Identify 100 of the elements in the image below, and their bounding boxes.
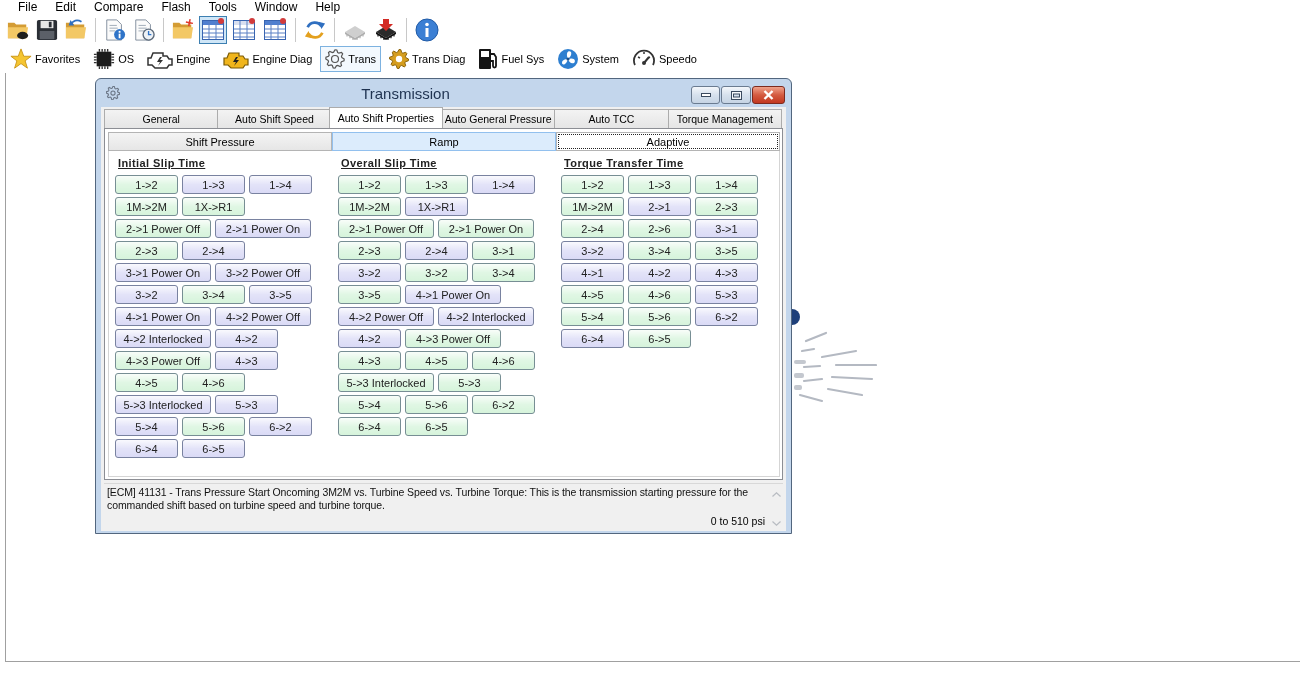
- table-button[interactable]: 2->1 Power Off: [338, 219, 434, 238]
- table-button[interactable]: 6->4: [115, 439, 178, 458]
- table-button[interactable]: 1->3: [628, 175, 691, 194]
- table-button[interactable]: 5->6: [182, 417, 245, 436]
- table-button[interactable]: 3->1: [695, 219, 758, 238]
- tab[interactable]: Auto TCC: [554, 109, 669, 128]
- table-button[interactable]: 2->1 Power Off: [115, 219, 211, 238]
- table-button[interactable]: 2->1: [628, 197, 691, 216]
- table-button[interactable]: 2->4: [182, 241, 245, 260]
- tab[interactable]: Auto Shift Properties: [328, 107, 443, 128]
- menu-item[interactable]: Edit: [46, 0, 86, 14]
- close-button[interactable]: [752, 86, 785, 104]
- table-button[interactable]: 4->3: [695, 263, 758, 282]
- table-button[interactable]: 4->5: [405, 351, 468, 370]
- table-button[interactable]: 6->5: [628, 329, 691, 348]
- module-button[interactable]: System: [552, 46, 624, 72]
- table-button[interactable]: 4->2 Interlocked: [438, 307, 534, 326]
- module-button[interactable]: Speedo: [626, 46, 702, 72]
- table-button[interactable]: 1X->R1: [182, 197, 245, 216]
- table-button[interactable]: 4->5: [115, 373, 178, 392]
- table-button[interactable]: 1X->R1: [405, 197, 468, 216]
- menu-item[interactable]: Flash: [152, 0, 200, 14]
- table-button[interactable]: 3->5: [695, 241, 758, 260]
- table-button[interactable]: 1->3: [182, 175, 245, 194]
- table-button[interactable]: 4->1 Power On: [405, 285, 501, 304]
- table-button[interactable]: 1->2: [561, 175, 624, 194]
- table-button[interactable]: 3->4: [472, 263, 535, 282]
- table-button[interactable]: 6->5: [405, 417, 468, 436]
- table-button[interactable]: 4->2: [628, 263, 691, 282]
- module-button[interactable]: Engine: [142, 46, 216, 72]
- table-button[interactable]: 2->3: [115, 241, 178, 260]
- menu-item[interactable]: Tools: [199, 0, 246, 14]
- table-button[interactable]: 3->4: [628, 241, 691, 260]
- tab[interactable]: Shift Pressure: [108, 132, 332, 151]
- tab[interactable]: Auto General Pressure: [441, 109, 556, 128]
- tab[interactable]: Ramp: [332, 132, 556, 151]
- table-button[interactable]: 5->4: [115, 417, 178, 436]
- tab[interactable]: Adaptive: [556, 132, 780, 151]
- table-button[interactable]: 3->5: [249, 285, 312, 304]
- module-button[interactable]: Trans: [320, 46, 382, 72]
- table-button[interactable]: 3->4: [182, 285, 245, 304]
- table-button[interactable]: 1M->2M: [561, 197, 624, 216]
- table-button[interactable]: 2->4: [561, 219, 624, 238]
- table-button[interactable]: 2->6: [628, 219, 691, 238]
- table-button[interactable]: 4->3 Power Off: [115, 351, 211, 370]
- tab[interactable]: Torque Management: [667, 109, 782, 128]
- table-button[interactable]: 4->6: [472, 351, 535, 370]
- table-button[interactable]: 5->3: [215, 395, 278, 414]
- table-button[interactable]: 4->2 Power Off: [215, 307, 311, 326]
- tab[interactable]: Auto Shift Speed: [217, 109, 332, 128]
- table-button[interactable]: 3->2: [405, 263, 468, 282]
- table-button[interactable]: 4->6: [628, 285, 691, 304]
- table-button[interactable]: 4->3 Power Off: [405, 329, 501, 348]
- module-button[interactable]: OS: [88, 46, 140, 72]
- table-button[interactable]: 5->3: [695, 285, 758, 304]
- table-button[interactable]: 4->2 Interlocked: [115, 329, 211, 348]
- table-button[interactable]: 3->1: [472, 241, 535, 260]
- table-button[interactable]: 1->2: [115, 175, 178, 194]
- table-button[interactable]: 4->2: [338, 329, 401, 348]
- table-button[interactable]: 5->3 Interlocked: [338, 373, 434, 392]
- table-button[interactable]: 3->1 Power On: [115, 263, 211, 282]
- table-button[interactable]: 2->4: [405, 241, 468, 260]
- table-button[interactable]: 5->3 Interlocked: [115, 395, 211, 414]
- menu-item[interactable]: Help: [306, 0, 350, 14]
- table-button[interactable]: 3->2: [115, 285, 178, 304]
- table-button[interactable]: 1->4: [249, 175, 312, 194]
- table-button[interactable]: 1M->2M: [338, 197, 401, 216]
- module-button[interactable]: Engine Diag: [218, 46, 318, 72]
- table-button[interactable]: 2->1 Power On: [438, 219, 534, 238]
- table-button[interactable]: 4->3: [338, 351, 401, 370]
- menu-item[interactable]: Compare: [85, 0, 153, 14]
- table-button[interactable]: 3->2 Power Off: [215, 263, 311, 282]
- table-button[interactable]: 1->4: [472, 175, 535, 194]
- table-button[interactable]: 1->3: [405, 175, 468, 194]
- minimize-button[interactable]: [691, 86, 720, 104]
- table-button[interactable]: 4->5: [561, 285, 624, 304]
- table-button[interactable]: 1->2: [338, 175, 401, 194]
- table-button[interactable]: 6->4: [561, 329, 624, 348]
- tab[interactable]: General: [104, 109, 219, 128]
- table-button[interactable]: 4->3: [215, 351, 278, 370]
- table-button[interactable]: 2->3: [338, 241, 401, 260]
- table-button[interactable]: 1M->2M: [115, 197, 178, 216]
- table-button[interactable]: 6->4: [338, 417, 401, 436]
- table-button[interactable]: 4->1: [561, 263, 624, 282]
- module-button[interactable]: Fuel Sys: [473, 46, 550, 72]
- table-button[interactable]: 2->1 Power On: [215, 219, 311, 238]
- table-button[interactable]: 2->3: [695, 197, 758, 216]
- maximize-button[interactable]: [721, 86, 751, 104]
- menu-item[interactable]: Window: [245, 0, 307, 14]
- table-button[interactable]: 3->2: [338, 263, 401, 282]
- table-button[interactable]: 6->2: [472, 395, 535, 414]
- table-button[interactable]: 5->4: [561, 307, 624, 326]
- table-button[interactable]: 1->4: [695, 175, 758, 194]
- menu-item[interactable]: File: [9, 0, 47, 14]
- table-button[interactable]: 4->6: [182, 373, 245, 392]
- module-button[interactable]: Trans Diag: [384, 46, 471, 72]
- table-button[interactable]: 6->2: [695, 307, 758, 326]
- table-button[interactable]: 4->2 Power Off: [338, 307, 434, 326]
- module-button[interactable]: Favorites: [5, 46, 86, 72]
- table-button[interactable]: 5->4: [338, 395, 401, 414]
